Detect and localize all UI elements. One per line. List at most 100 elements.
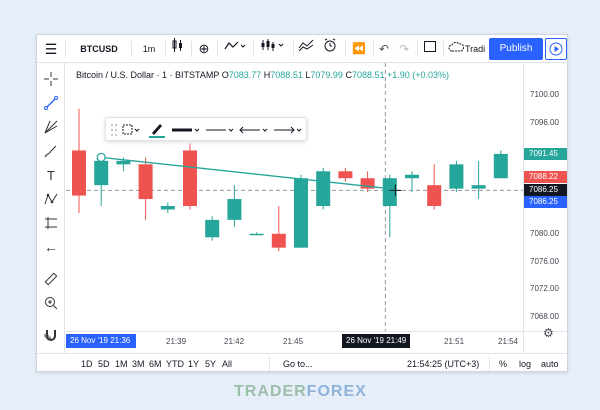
range-button[interactable]: 3M	[132, 354, 145, 371]
divider	[191, 41, 192, 57]
range-button[interactable]: 1D	[81, 354, 93, 371]
candle-body	[493, 153, 508, 179]
candlestick-chart[interactable]	[66, 63, 523, 331]
alert-clock-icon[interactable]	[319, 35, 341, 63]
brush-icon[interactable]	[41, 141, 61, 161]
divider	[165, 41, 166, 57]
goto-button[interactable]: Go to...	[283, 354, 313, 371]
legend-title: Bitcoin / U.S. Dollar · 1 · BITSTAMP	[76, 70, 220, 80]
range-button[interactable]: 5D	[98, 354, 110, 371]
pattern-icon[interactable]	[41, 189, 61, 209]
price-tick: 7068.00	[530, 312, 559, 322]
cloud-icon[interactable]	[447, 35, 465, 63]
range-button[interactable]: 5Y	[205, 354, 216, 371]
left-drawing-toolbar: T ←	[37, 63, 65, 353]
time-tag-start: 26 Nov '19 21:36	[66, 334, 136, 348]
watermark-part1: TRADER	[234, 383, 307, 400]
range-button[interactable]: 1M	[115, 354, 128, 371]
percent-toggle[interactable]: %	[499, 354, 507, 371]
candle-body	[382, 178, 397, 206]
right-end-icon[interactable]	[272, 121, 304, 139]
divider	[293, 41, 294, 57]
price-tag-last: 7088.22	[524, 170, 567, 183]
text-icon[interactable]: T	[41, 165, 61, 185]
watermark: TRADERFOREX	[234, 383, 367, 401]
line-color-icon[interactable]	[146, 121, 168, 139]
chart-window: ☰ BTCUSD 1m ⊕ ⏪ ↶ ↷ Tradi Publish T ← Bi…	[36, 34, 568, 372]
divider	[373, 41, 374, 57]
ruler-icon[interactable]	[41, 269, 61, 289]
line-width-icon[interactable]	[170, 121, 202, 139]
legend-open-label: O	[221, 70, 229, 80]
time-axis[interactable]: 26 Nov '19 21:36 21:39 21:42 21:45 26 No…	[66, 331, 523, 353]
publish-button[interactable]: Publish	[489, 38, 543, 60]
drawing-properties-toolbar	[105, 117, 307, 141]
settings-gear-icon[interactable]: ⚙	[543, 326, 554, 340]
divider	[65, 41, 66, 57]
compare-add-icon[interactable]: ⊕	[195, 35, 213, 63]
candles-chart-type-icon[interactable]	[169, 35, 187, 63]
legend-close-value: 7088.51	[351, 70, 385, 80]
candle-body	[449, 164, 464, 189]
play-icon[interactable]	[545, 38, 567, 60]
log-toggle[interactable]: log	[519, 354, 531, 371]
range-button[interactable]: YTD	[166, 354, 184, 371]
divider	[345, 41, 346, 57]
templates-dropdown-icon[interactable]	[120, 121, 142, 139]
candle-body	[271, 233, 286, 248]
range-button[interactable]: All	[222, 354, 232, 371]
price-tick: 7096.00	[530, 117, 559, 127]
trading-panel-button[interactable]: Tradi	[465, 35, 489, 63]
time-tick: 21:42	[224, 337, 245, 346]
candle-body	[183, 150, 197, 206]
crosshair-icon[interactable]	[41, 69, 61, 89]
trend-line-icon[interactable]	[41, 93, 61, 113]
time-tick: 21:54	[498, 337, 519, 346]
chart-pane[interactable]: Bitcoin / U.S. Dollar · 1 · BITSTAMP O70…	[66, 63, 523, 353]
divider	[269, 357, 270, 371]
redo-icon[interactable]: ↷	[395, 35, 413, 63]
price-axis[interactable]: 7100.007096.007084.007080.007076.007072.…	[523, 63, 567, 353]
clock-timezone[interactable]: 21:54:25 (UTC+3)	[407, 354, 479, 371]
auto-toggle[interactable]: auto	[541, 354, 559, 371]
price-tick: 7072.00	[530, 284, 559, 294]
top-toolbar: ☰ BTCUSD 1m ⊕ ⏪ ↶ ↷ Tradi Publish	[37, 35, 567, 63]
divider	[253, 41, 254, 57]
zoom-in-icon[interactable]	[41, 293, 61, 313]
bottom-toolbar: 1D 5D 1M 3M 6M YTD 1Y 5Y All Go to... 21:54:25 (…	[37, 353, 567, 371]
templates-icon[interactable]	[257, 35, 289, 63]
menu-icon[interactable]: ☰	[37, 35, 65, 63]
gann-fib-icon[interactable]	[41, 117, 61, 137]
price-tag-crosshair: 7086.25	[524, 184, 567, 197]
legend-high-value: 7088.51	[270, 70, 303, 80]
interval-button[interactable]: 1m	[137, 35, 161, 63]
replay-icon[interactable]: ⏪	[349, 35, 369, 63]
candle-body	[316, 171, 331, 206]
compare-icon[interactable]	[295, 35, 317, 63]
legend-change: +1.90 (+0.03%)	[387, 70, 450, 80]
watermark-part2: FOREX	[306, 383, 367, 400]
candle-body	[471, 185, 486, 189]
symbol-search[interactable]: BTCUSD	[71, 35, 127, 63]
divider	[131, 41, 132, 57]
undo-icon[interactable]: ↶	[375, 35, 393, 63]
line-style-icon[interactable]	[204, 121, 236, 139]
range-button[interactable]: 1Y	[188, 354, 199, 371]
indicators-icon[interactable]	[221, 35, 249, 63]
time-tick: 21:39	[166, 337, 187, 346]
divider	[417, 41, 418, 57]
arrow-left-icon[interactable]: ←	[41, 237, 61, 257]
left-end-icon[interactable]	[238, 121, 270, 139]
fullscreen-icon[interactable]	[421, 35, 439, 63]
legend-low-value: 7079.99	[310, 70, 343, 80]
divider	[443, 41, 444, 57]
prediction-icon[interactable]	[41, 213, 61, 233]
price-tick: 7076.00	[530, 256, 559, 266]
candle-body	[94, 160, 109, 186]
price-tag-lower-line: 7086.25	[524, 196, 567, 209]
legend-open-value: 7083.77	[228, 70, 262, 80]
range-button[interactable]: 6M	[149, 354, 162, 371]
candle-body	[405, 174, 419, 179]
lock-drawings-icon[interactable]: ✎	[43, 331, 53, 345]
candle-body	[116, 160, 131, 165]
